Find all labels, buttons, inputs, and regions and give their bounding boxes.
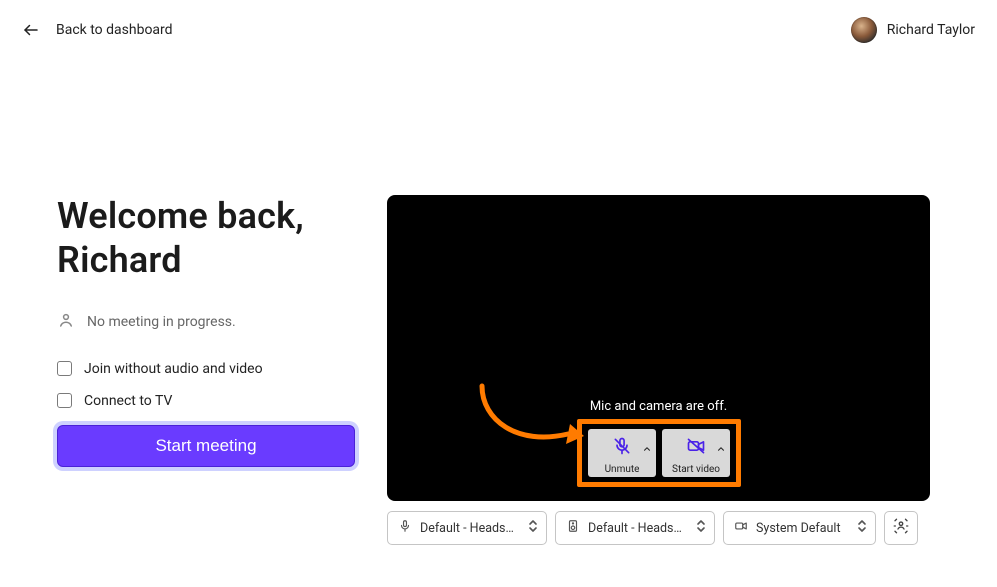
stepper-icon	[857, 519, 867, 537]
video-preview-column: Mic and camera are off. U	[387, 195, 930, 545]
speaker-select[interactable]: Default - Headset Ea…	[555, 511, 715, 545]
virtual-background-icon	[892, 517, 910, 539]
back-to-dashboard-label: Back to dashboard	[56, 22, 173, 38]
annotation-highlight: Unmute Start video	[577, 419, 741, 487]
user-name: Richard Taylor	[887, 22, 975, 38]
join-without-av-label: Join without audio and video	[84, 361, 263, 377]
chevron-up-icon[interactable]	[642, 439, 652, 458]
speaker-icon	[566, 519, 580, 537]
arrow-left-icon	[22, 21, 40, 39]
chevron-up-icon[interactable]	[716, 439, 726, 458]
checkbox-icon	[57, 361, 72, 376]
welcome-title: Welcome back, Richard	[57, 195, 357, 283]
back-to-dashboard-link[interactable]: Back to dashboard	[22, 21, 173, 39]
stepper-icon	[528, 519, 538, 537]
checkbox-icon	[57, 393, 72, 408]
camera-select[interactable]: System Default	[723, 511, 876, 545]
start-meeting-label: Start meeting	[155, 436, 256, 456]
unmute-label: Unmute	[605, 464, 640, 475]
header: Back to dashboard Richard Taylor	[0, 0, 997, 60]
person-icon	[57, 311, 75, 333]
connect-to-tv-option[interactable]: Connect to TV	[57, 393, 357, 409]
welcome-panel: Welcome back, Richard No meeting in prog…	[57, 195, 357, 545]
microphone-select[interactable]: Default - Headset Mi…	[387, 511, 547, 545]
camera-off-icon	[685, 436, 707, 460]
welcome-line1: Welcome back,	[57, 195, 304, 237]
user-menu[interactable]: Richard Taylor	[851, 17, 975, 43]
avatar	[851, 17, 877, 43]
preview-status-text: Mic and camera are off.	[387, 399, 930, 414]
connect-to-tv-label: Connect to TV	[84, 393, 172, 409]
camera-select-value: System Default	[756, 521, 849, 536]
start-video-button[interactable]: Start video	[662, 429, 730, 477]
stepper-icon	[696, 519, 706, 537]
join-without-av-option[interactable]: Join without audio and video	[57, 361, 357, 377]
device-selector-row: Default - Headset Mi… Default - Headset …	[387, 511, 930, 545]
start-meeting-button[interactable]: Start meeting	[57, 425, 355, 467]
video-preview: Mic and camera are off. U	[387, 195, 930, 501]
annotation-arrow-icon	[472, 380, 592, 460]
camera-icon	[734, 519, 748, 537]
microphone-select-value: Default - Headset Mi…	[420, 521, 520, 536]
virtual-background-button[interactable]	[884, 511, 918, 545]
microphone-icon	[398, 519, 412, 537]
mic-off-icon	[612, 436, 632, 460]
meeting-status: No meeting in progress.	[57, 311, 357, 333]
meeting-status-text: No meeting in progress.	[87, 314, 236, 330]
unmute-button[interactable]: Unmute	[588, 429, 656, 477]
welcome-line2: Richard	[57, 239, 182, 281]
start-video-label: Start video	[672, 464, 720, 475]
speaker-select-value: Default - Headset Ea…	[588, 521, 688, 536]
